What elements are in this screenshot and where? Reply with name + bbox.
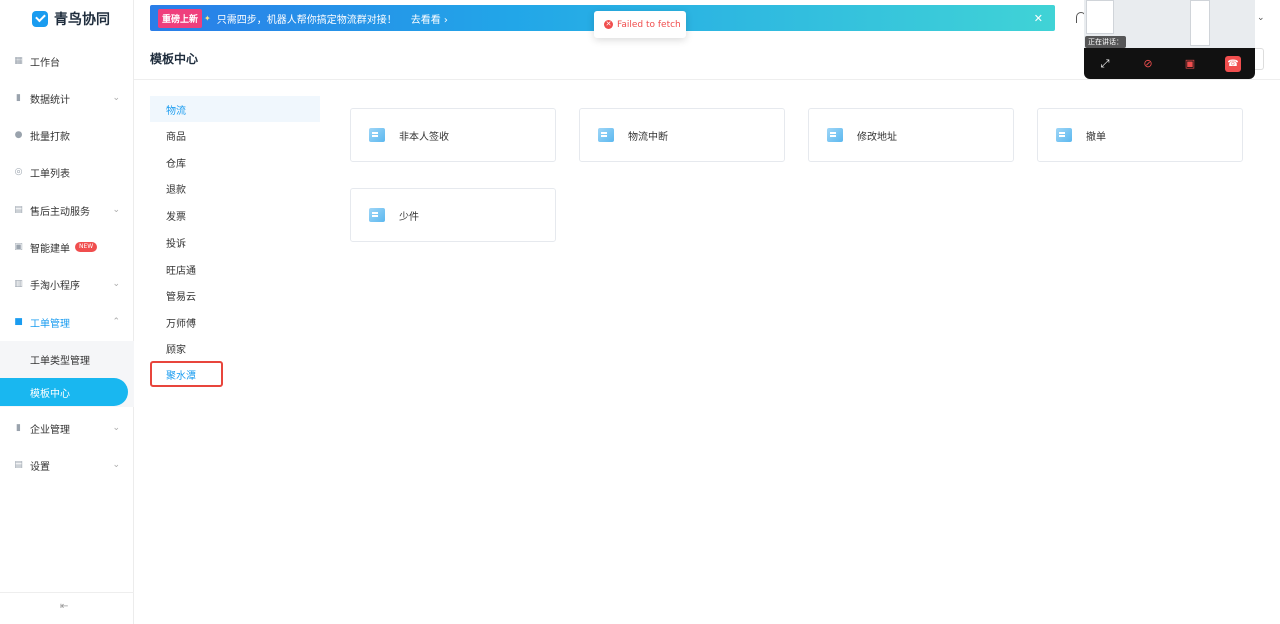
chat-icon: ▤	[14, 204, 23, 215]
screen-share-preview: 正在讲话：	[1084, 0, 1255, 48]
error-icon: ✕	[604, 20, 613, 29]
chevron-down-icon: ⌄	[112, 423, 120, 433]
template-icon	[827, 128, 843, 142]
template-label: 非本人签收	[399, 131, 449, 143]
sidebar: 青鸟协同 ▦ 工作台 ▮ 数据统计 ⌄ ● 批量打款 ◎ 工单列表 ▤ 售后主动…	[0, 0, 134, 624]
category-item[interactable]: 投诉	[150, 229, 320, 255]
app-name: 青鸟协同	[54, 12, 110, 28]
category-item[interactable]: 万师傅	[150, 309, 320, 335]
template-card[interactable]: 修改地址	[808, 108, 1014, 162]
logo-icon	[32, 11, 48, 27]
category-item[interactable]: 管易云	[150, 282, 320, 308]
ticket-icon: ■	[14, 316, 23, 327]
template-card[interactable]: 少件	[350, 188, 556, 242]
template-card[interactable]: 撤单	[1037, 108, 1243, 162]
submenu-item-label: 模板中心	[30, 388, 70, 400]
submenu-item-ticket-types[interactable]: 工单类型管理	[0, 345, 128, 373]
preview-thumbnail	[1190, 0, 1210, 46]
camera-off-icon[interactable]: ▣	[1182, 56, 1198, 72]
toast-message: Failed to fetch	[617, 19, 681, 30]
sidebar-item-label: 手淘小程序	[30, 280, 80, 292]
mini-program-icon: ▥	[14, 278, 23, 289]
category-item[interactable]: 顾家	[150, 335, 320, 361]
sidebar-item-label: 工单列表	[30, 168, 70, 180]
chevron-down-icon: ⌄	[112, 93, 120, 103]
submenu-item-template-center[interactable]: 模板中心	[0, 378, 128, 406]
sidebar-item-batch-payment[interactable]: ● 批量打款	[0, 120, 134, 150]
sidebar-item-label: 售后主动服务	[30, 206, 90, 218]
settings-icon: ▤	[14, 459, 23, 470]
template-card[interactable]: 非本人签收	[350, 108, 556, 162]
ticket-management-submenu: 工单类型管理 模板中心	[0, 341, 134, 407]
speaking-indicator: 正在讲话：	[1085, 36, 1126, 48]
template-label: 修改地址	[857, 131, 897, 143]
search-list-icon: ◎	[14, 166, 23, 177]
dashboard-icon: ▦	[14, 55, 23, 66]
sidebar-item-after-sales[interactable]: ▤ 售后主动服务 ⌄	[0, 195, 134, 225]
template-label: 少件	[399, 211, 419, 223]
sidebar-item-label: 数据统计	[30, 94, 70, 106]
template-card[interactable]: 物流中断	[579, 108, 785, 162]
sidebar-item-enterprise[interactable]: ▮ 企业管理 ⌄	[0, 413, 134, 443]
sidebar-item-statistics[interactable]: ▮ 数据统计 ⌄	[0, 83, 134, 113]
banner-link[interactable]: 去看看 ›	[411, 11, 448, 26]
template-icon	[369, 128, 385, 142]
mic-off-icon[interactable]: ⊘	[1140, 56, 1156, 72]
banner-text: 只需四步，机器人帮你搞定物流群对接！	[216, 14, 397, 26]
chevron-down-icon[interactable]: ⌄	[1257, 13, 1265, 23]
sparkle-icon: ✦	[204, 13, 211, 23]
divider	[0, 592, 134, 593]
category-item[interactable]: 商品	[150, 122, 320, 148]
sidebar-item-label: 智能建单	[30, 243, 70, 255]
template-icon	[1056, 128, 1072, 142]
new-badge: NEW	[75, 242, 98, 252]
sidebar-item-ticket-management[interactable]: ■ 工单管理 ⌃	[0, 307, 134, 337]
template-label: 撤单	[1086, 131, 1106, 143]
chevron-up-icon: ⌃	[112, 317, 120, 327]
chevron-down-icon: ⌄	[112, 279, 120, 289]
video-call-panel[interactable]: 正在讲话： ⤢ ⊘ ▣ ☎	[1084, 0, 1255, 79]
category-item[interactable]: 仓库	[150, 149, 320, 175]
hang-up-icon[interactable]: ☎	[1225, 56, 1241, 72]
sidebar-item-label: 工单管理	[30, 318, 70, 330]
sidebar-item-label: 企业管理	[30, 424, 70, 436]
building-icon: ▮	[16, 422, 21, 433]
sidebar-item-mini-program[interactable]: ▥ 手淘小程序 ⌄	[0, 269, 134, 299]
sidebar-item-label: 设置	[30, 461, 50, 473]
template-label: 物流中断	[628, 131, 668, 143]
chevron-down-icon: ⌄	[112, 205, 120, 215]
category-item[interactable]: 退款	[150, 175, 320, 201]
sidebar-item-workbench[interactable]: ▦ 工作台	[0, 46, 134, 76]
expand-icon[interactable]: ⤢	[1097, 56, 1113, 72]
category-item[interactable]: 旺店通	[150, 256, 320, 282]
chevron-down-icon: ⌄	[112, 460, 120, 470]
category-item[interactable]: 物流	[150, 96, 320, 122]
submenu-item-label: 工单类型管理	[30, 355, 90, 367]
template-icon	[598, 128, 614, 142]
error-toast: ✕ Failed to fetch	[594, 11, 686, 38]
smart-icon: ▣	[14, 241, 23, 252]
app-logo[interactable]: 青鸟协同	[32, 8, 110, 30]
category-item[interactable]: 发票	[150, 202, 320, 228]
collapse-sidebar-icon[interactable]: ⇤	[60, 601, 68, 612]
banner-tag: 重磅上新	[158, 8, 203, 28]
template-icon	[369, 208, 385, 222]
bar-chart-icon: ▮	[16, 92, 21, 103]
category-item[interactable]: 聚水潭	[150, 361, 223, 387]
preview-thumbnail	[1086, 0, 1114, 34]
sidebar-item-settings[interactable]: ▤ 设置 ⌄	[0, 450, 134, 480]
coin-icon: ●	[14, 129, 23, 140]
sidebar-item-ticket-list[interactable]: ◎ 工单列表	[0, 157, 134, 187]
sidebar-item-label: 批量打款	[30, 131, 70, 143]
sidebar-item-smart-create[interactable]: ▣ 智能建单 NEW	[0, 232, 134, 262]
divider	[134, 79, 1280, 80]
page-title: 模板中心	[150, 52, 199, 66]
close-icon[interactable]: ✕	[1034, 12, 1043, 25]
sidebar-item-label: 工作台	[30, 57, 60, 69]
